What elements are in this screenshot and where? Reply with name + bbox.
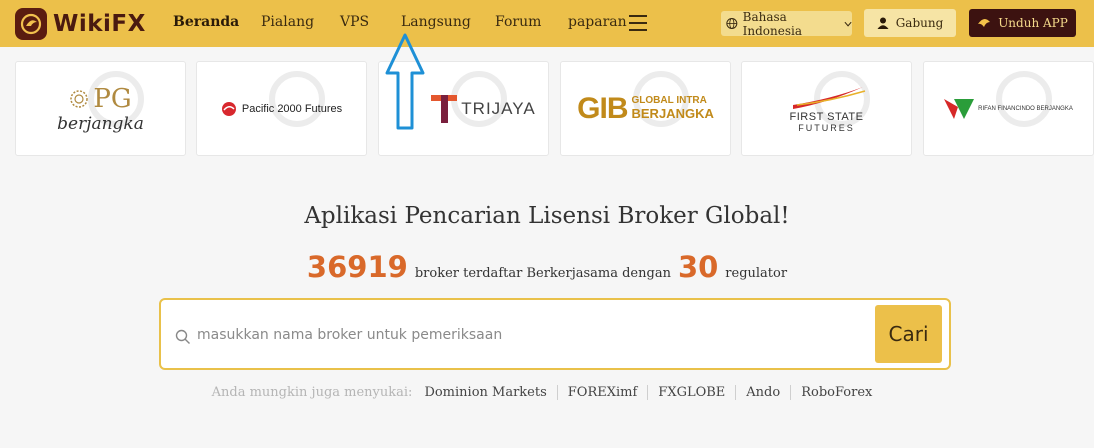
regulator-text: regulator <box>725 266 788 281</box>
pacific-logo-icon <box>221 101 236 116</box>
broker-card-gib[interactable]: GIB GLOBAL INTRA BERJANGKA <box>560 61 731 156</box>
nav-pialang[interactable]: Pialang <box>261 14 314 30</box>
download-app-button[interactable]: Unduh APP <box>969 9 1076 37</box>
hamburger-menu-icon[interactable] <box>629 15 647 31</box>
broker-logo-line2: berjangka <box>57 113 144 134</box>
search-button[interactable]: Cari <box>875 305 942 363</box>
join-label: Gabung <box>895 16 944 30</box>
broker-logo-line1: FIRST STATE <box>789 110 864 123</box>
suggestion-ando[interactable]: Ando <box>735 385 790 400</box>
broker-logo-line2: FUTURES <box>798 122 855 133</box>
broker-card-pg-berjangka[interactable]: PG berjangka <box>15 61 186 156</box>
search-icon <box>175 329 190 344</box>
broker-logo-line2b: BERJANGKA <box>631 105 714 121</box>
nav-langsung[interactable]: Langsung <box>401 14 471 30</box>
nav-paparan[interactable]: paparan <box>568 14 627 30</box>
broker-logo-text: RIFAN FINANCINDO BERJANGKA <box>978 105 1073 112</box>
wikifx-logo[interactable]: WikiFX <box>15 8 146 40</box>
broker-card-first-state[interactable]: FIRST STATE FUTURES <box>741 61 912 156</box>
suggestion-roboforex[interactable]: RoboForex <box>790 385 882 400</box>
nav-beranda[interactable]: Beranda <box>173 14 239 30</box>
globe-icon <box>726 18 738 29</box>
nav-vps[interactable]: VPS <box>340 14 369 30</box>
suggestions-row: Anda mungkin juga menyukai: Dominion Mar… <box>0 385 1094 400</box>
broker-count-text: broker terdaftar Berkerjasama dengan <box>414 266 671 281</box>
app-eagle-icon <box>978 18 991 27</box>
suggestion-fxglobe[interactable]: FXGLOBE <box>647 385 735 400</box>
search-input[interactable] <box>197 320 867 350</box>
broker-card-rifan[interactable]: RIFAN FINANCINDO BERJANGKA <box>923 61 1094 156</box>
page-headline: Aplikasi Pencarian Lisensi Broker Global… <box>304 203 790 229</box>
suggestion-foreximf[interactable]: FOREXimf <box>556 385 648 400</box>
broker-count: 36919 <box>306 250 408 284</box>
stats-line: 36919 broker terdaftar Berkerjasama deng… <box>0 250 1094 284</box>
broker-logo-text: TRIJAYA <box>461 98 536 118</box>
first-state-swoosh-icon <box>792 86 865 109</box>
language-selector[interactable]: Bahasa Indonesia <box>721 9 852 38</box>
download-label: Unduh APP <box>998 16 1068 30</box>
nav-forum[interactable]: Forum <box>495 14 541 30</box>
trijaya-logo-icon <box>431 94 458 123</box>
logo-text: WikiFX <box>53 11 146 37</box>
pg-emblem-icon <box>70 89 89 108</box>
broker-logo-text: Pacific 2000 Futures <box>241 102 343 115</box>
chevron-down-icon <box>844 21 852 27</box>
search-box: Cari <box>159 298 951 370</box>
language-label: Bahasa Indonesia <box>742 9 803 38</box>
eagle-logo-icon <box>15 8 47 40</box>
top-nav-bar: WikiFX Beranda Pialang VPS Langsung Foru… <box>0 0 1094 47</box>
rifan-logo-icon <box>944 98 975 119</box>
broker-logo-line1: PG <box>93 83 132 114</box>
annotation-arrow-up-icon <box>385 33 425 130</box>
suggestions-label: Anda mungkin juga menyukai: <box>211 385 413 400</box>
join-button[interactable]: Gabung <box>864 9 956 37</box>
user-icon <box>877 17 889 29</box>
broker-card-pacific-2000[interactable]: Pacific 2000 Futures <box>196 61 367 156</box>
regulator-count: 30 <box>677 250 719 284</box>
suggestion-dominion-markets[interactable]: Dominion Markets <box>424 385 556 400</box>
broker-logo-line1: GIB <box>577 91 628 125</box>
